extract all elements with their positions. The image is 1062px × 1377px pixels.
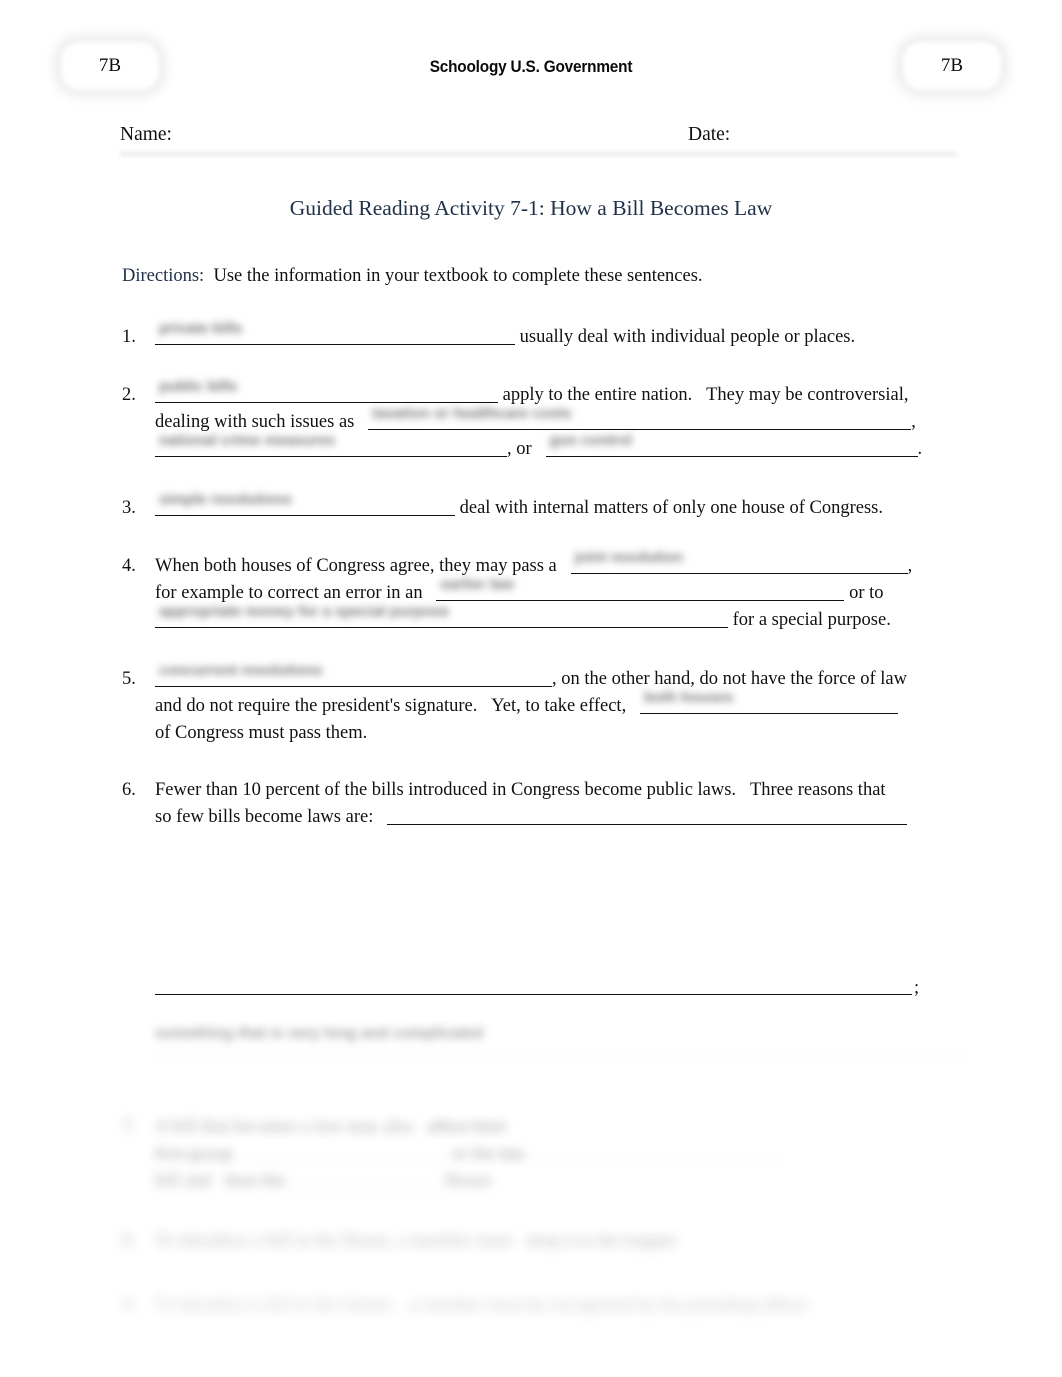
date-label: Date: (688, 124, 731, 145)
worksheet-page: 7B Schoology U.S. Government 7B Name: Da… (0, 0, 1062, 1377)
faded-item-7-text: A bill that becomes a law may also (155, 1117, 414, 1137)
item-5-text-1: , on the other hand, do not have the for… (552, 669, 907, 689)
faded-ghost-rule-1 (155, 1054, 966, 1055)
item-2-blank-3[interactable]: national crime measures (155, 432, 507, 457)
item-6-text-3: so few bills become laws are: (155, 807, 374, 827)
item-1-blank[interactable]: private bills (155, 320, 515, 345)
item-6-number: 6. (122, 780, 136, 800)
faded-item-9-text: To introduce a bill in the Senate, (155, 1295, 396, 1315)
directions: Directions: Use the information in your … (122, 266, 703, 287)
faded-item-8-text: To introduce a bill in the House, a memb… (155, 1231, 513, 1251)
item-2-text-3: dealing with such issues as (155, 412, 355, 432)
directions-text: Use the information in your textbook to … (213, 266, 703, 286)
faded-ghost-rule-3 (155, 1326, 966, 1327)
item-6-text-2: Three reasons that (749, 780, 886, 800)
item-5-number: 5. (122, 669, 136, 689)
name-date-row: Name: Date: (120, 124, 957, 158)
faded-item-8-number: 8. (122, 1231, 136, 1251)
directions-label: Directions: (122, 266, 205, 286)
item-1-answer: private bills (159, 320, 243, 337)
item-2-blank-1[interactable]: public bills (155, 378, 498, 403)
faded-question-item-8: 8. To introduce a bill in the House, a m… (122, 1228, 966, 1263)
faded-item-7-line3b: then the (224, 1173, 286, 1190)
item-6-blank[interactable] (387, 805, 908, 825)
faded-item-9-answer: a member must be recognized by the presi… (409, 1297, 809, 1314)
name-date-rule (120, 152, 957, 157)
answer-rule[interactable] (155, 994, 912, 995)
item-4-number: 4. (122, 556, 136, 576)
faded-item-7-line3c: House (444, 1171, 492, 1191)
item-4-blank-3[interactable]: appropriate money for a special purpose (155, 603, 728, 628)
item-2-text-4: , or (507, 439, 532, 459)
item-2-blank-2[interactable]: taxation or healthcare costs (368, 405, 912, 430)
faded-item-7-line2a: first group (155, 1146, 233, 1163)
page-title: Guided Reading Activity 7-1: How a Bill … (289, 196, 773, 220)
item-1-number: 1. (122, 327, 136, 347)
item-4-answer-1: joint resolution (574, 549, 683, 566)
item-4-blank-1[interactable]: joint resolution (570, 549, 908, 574)
header-badge-right: 7B (897, 36, 1007, 96)
page-header: 7B Schoology U.S. Government 7B (0, 0, 1062, 112)
name-label: Name: (120, 124, 172, 145)
question-item-1: 1. private bills usually deal with indiv… (122, 320, 962, 351)
header-badge-right-label: 7B (940, 55, 964, 76)
item-2-text-2: They may be controversial, (706, 385, 909, 405)
faded-answer-text: something that is very long and complica… (155, 1025, 484, 1042)
item-6-text-1: Fewer than 10 percent of the bills intro… (155, 780, 737, 800)
faded-item-7-line2b: or the law (451, 1146, 525, 1163)
item-2-number: 2. (122, 385, 136, 405)
answer-rule-semicolon: ; (914, 978, 920, 998)
question-item-4: 4. When both houses of Congress agree, t… (122, 549, 962, 634)
item-5-text-3: Yet, to take effect, (491, 696, 627, 716)
item-2-blank-4[interactable]: gun control (545, 432, 918, 457)
item-4-text-2: for example to correct an error in an (155, 583, 423, 603)
item-1-text: usually deal with individual people or p… (519, 327, 856, 347)
question-item-2: 2. public bills apply to the entire nati… (122, 378, 962, 463)
item-3-answer: simple resolutions (159, 491, 292, 508)
faded-answer-line: something that is very long and complica… (122, 1020, 966, 1055)
item-3-text: deal with internal matters of only one h… (459, 498, 883, 518)
question-item-6: 6. Fewer than 10 percent of the bills in… (122, 777, 962, 831)
faded-item-7-line3a: bill and (155, 1171, 212, 1191)
item-2-text-1: apply to the entire nation. (502, 385, 693, 405)
item-5-blank-2[interactable]: both houses (640, 689, 899, 714)
item-5-text-2: and do not require the president's signa… (155, 696, 478, 716)
item-4-text-1: When both houses of Congress agree, they… (155, 556, 557, 576)
faded-item-7-answer: affect their (427, 1119, 507, 1136)
item-3-number: 3. (122, 498, 136, 518)
item-4-text-4: for a special purpose. (732, 610, 891, 630)
faded-item-9-number: 9. (122, 1295, 136, 1315)
header-badge-left-label: 7B (98, 55, 122, 76)
item-5-blank-1[interactable]: concurrent resolutions (155, 662, 552, 687)
item-4-text-3: or to (849, 583, 884, 603)
header-course-title: Schoology U.S. Government (429, 58, 633, 76)
faded-item-7-number: 7. (122, 1117, 136, 1137)
question-item-5: 5. concurrent resolutions , on the other… (122, 662, 962, 747)
item-2-answer-1: public bills (159, 378, 238, 395)
item-5-answer-1: concurrent resolutions (159, 662, 323, 679)
faded-question-item-9: 9. To introduce a bill in the Senate, a … (122, 1292, 966, 1319)
faded-question-item-7: 7. A bill that becomes a law may also af… (122, 1114, 966, 1195)
item-5-text-4: of Congress must pass them. (155, 723, 368, 743)
faded-ghost-rule-2 (155, 1262, 966, 1263)
question-item-3: 3. simple resolutions deal with internal… (122, 491, 962, 522)
item-3-blank[interactable]: simple resolutions (155, 491, 455, 516)
faded-item-8-answer: drop it in the hopper (526, 1233, 677, 1250)
item-4-blank-2[interactable]: earlier law (436, 576, 845, 601)
